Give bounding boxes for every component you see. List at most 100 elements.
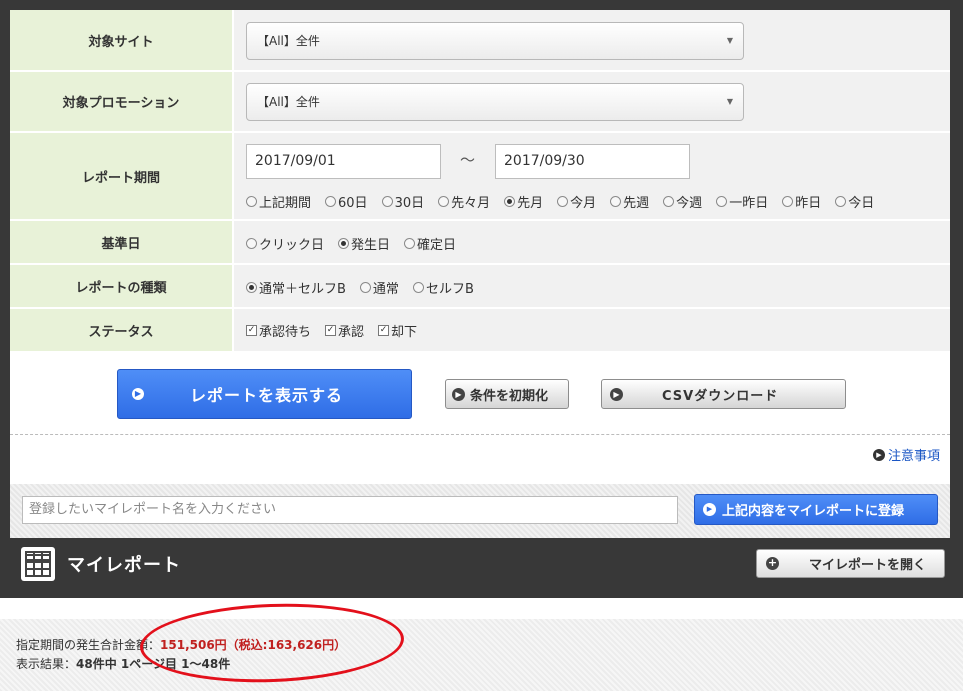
row-site: 対象サイト 【All】全件 ▼ (10, 10, 950, 72)
arrow-right-circle-icon: ▶ (872, 448, 885, 461)
promotion-select-value: 【All】全件 (257, 95, 320, 109)
period-option[interactable]: 60日 (325, 192, 368, 211)
arrow-right-circle-icon: ▶ (132, 388, 144, 400)
row-period: レポート期間 2017/09/01 ～ 2017/09/30 上記期間 60日 30… (10, 133, 950, 221)
period-option[interactable]: 先月 (504, 192, 543, 211)
row-base-date: 基準日 クリック日 発生日 確定日 (10, 221, 950, 265)
promotion-label: 対象プロモーション (10, 72, 232, 131)
row-status: ステータス ✓ 承認待ち ✓ 承認 ✓ 却下 (10, 309, 950, 351)
report-type-option[interactable]: セルフB (412, 278, 474, 297)
search-panel: 対象サイト 【All】全件 ▼ 対象プロモーション 【All】全件 ▼ レポート… (10, 10, 950, 538)
radio-button[interactable] (835, 196, 847, 207)
reset-label: 条件を初期化 (470, 388, 549, 404)
show-report-label: レポートを表示する (190, 386, 344, 405)
radio-button[interactable] (716, 196, 728, 207)
report-type-option-label: 通常＋セルフB (259, 282, 346, 297)
period-option-label: 一昨日 (729, 196, 769, 211)
period-option-label: 上記期間 (259, 196, 312, 211)
register-myreport-button[interactable]: ▶ 上記内容をマイレポートに登録 (694, 494, 938, 525)
period-to-input[interactable]: 2017/09/30 (495, 144, 690, 179)
status-checkbox-group: ✓ 承認待ち ✓ 承認 ✓ 却下 (246, 321, 431, 340)
base-date-option[interactable]: クリック日 (246, 234, 324, 253)
period-from-input[interactable]: 2017/09/01 (246, 144, 441, 179)
period-radio-group: 上記期間 60日 30日 先々月 先月 今月 先週 今週 一昨日 昨日 今日 (246, 192, 888, 211)
base-date-option-label: 発生日 (351, 238, 391, 253)
open-myreport-button[interactable]: + マイレポートを開く (756, 549, 945, 578)
period-option[interactable]: 今日 (835, 192, 874, 211)
site-label: 対象サイト (10, 10, 232, 70)
report-type-value-cell: 通常＋セルフB 通常 セルフB (234, 265, 950, 307)
radio-button[interactable] (246, 282, 257, 293)
report-type-radio-group: 通常＋セルフB 通常 セルフB (246, 278, 488, 297)
report-type-option[interactable]: 通常 (359, 278, 399, 297)
arrow-right-circle-icon: ▶ (610, 387, 623, 401)
period-option-label: 今月 (570, 196, 597, 211)
period-option[interactable]: 先週 (610, 192, 649, 211)
myreport-name-input[interactable]: 登録したいマイレポート名を入力ください (22, 496, 678, 524)
period-value-cell: 2017/09/01 ～ 2017/09/30 上記期間 60日 30日 先々月 先月 今… (234, 133, 950, 219)
period-option-label: 30日 (394, 196, 425, 211)
radio-button[interactable] (412, 282, 424, 293)
period-option-label: 先週 (623, 196, 650, 211)
period-option[interactable]: 一昨日 (716, 192, 768, 211)
register-myreport-label: 上記内容をマイレポートに登録 (722, 504, 905, 519)
radio-button[interactable] (359, 282, 371, 293)
radio-button[interactable] (438, 196, 450, 207)
base-date-option-label: クリック日 (259, 238, 325, 253)
status-option[interactable]: ✓ 承認 (325, 321, 364, 340)
period-label: レポート期間 (10, 133, 232, 219)
period-option[interactable]: 今週 (663, 192, 702, 211)
status-value-cell: ✓ 承認待ち ✓ 承認 ✓ 却下 (234, 309, 950, 351)
site-select-value: 【All】全件 (257, 34, 320, 48)
period-option[interactable]: 今月 (557, 192, 596, 211)
checkbox[interactable]: ✓ (325, 325, 337, 336)
report-type-option[interactable]: 通常＋セルフB (246, 278, 346, 297)
table-icon (21, 547, 55, 581)
notes-link[interactable]: ▶ 注意事項 (872, 445, 940, 464)
base-date-option[interactable]: 発生日 (338, 234, 390, 253)
period-option-label: 60日 (338, 196, 368, 211)
report-type-option-label: 通常 (372, 282, 399, 297)
checkbox[interactable]: ✓ (246, 325, 257, 336)
plus-circle-icon: + (766, 556, 779, 570)
radio-button[interactable] (325, 196, 337, 207)
period-option-label: 今週 (676, 196, 703, 211)
show-report-button[interactable]: ▶ レポートを表示する (117, 369, 412, 419)
period-option[interactable]: 上記期間 (246, 192, 311, 211)
chevron-down-icon: ▼ (726, 36, 733, 45)
period-option[interactable]: 昨日 (782, 192, 821, 211)
status-option[interactable]: ✓ 却下 (378, 321, 417, 340)
result-count-label: 表示結果： (16, 657, 77, 671)
period-separator: ～ (460, 151, 476, 169)
radio-button[interactable] (246, 238, 257, 249)
status-option-label: 承認 (338, 325, 365, 340)
report-type-option-label: セルフB (425, 282, 474, 297)
row-promotion: 対象プロモーション 【All】全件 ▼ (10, 72, 950, 133)
radio-button[interactable] (504, 196, 516, 207)
csv-download-button[interactable]: ▶ CSVダウンロード (601, 379, 846, 409)
period-option-label: 昨日 (795, 196, 822, 211)
checkbox[interactable]: ✓ (378, 325, 390, 336)
radio-button[interactable] (782, 196, 794, 207)
radio-button[interactable] (246, 196, 257, 207)
period-option[interactable]: 先々月 (438, 192, 490, 211)
divider (10, 434, 950, 435)
status-option-label: 承認待ち (259, 325, 312, 340)
myreport-title: マイレポート (67, 555, 181, 576)
radio-button[interactable] (381, 196, 393, 207)
base-date-option[interactable]: 確定日 (404, 234, 456, 253)
status-label: ステータス (10, 309, 232, 351)
radio-button[interactable] (663, 196, 675, 207)
radio-button[interactable] (610, 196, 622, 207)
period-option[interactable]: 30日 (381, 192, 425, 211)
promotion-select[interactable]: 【All】全件 ▼ (246, 83, 744, 121)
report-type-label: レポートの種類 (10, 265, 232, 307)
reset-button[interactable]: ▶ 条件を初期化 (445, 379, 569, 409)
radio-button[interactable] (557, 196, 569, 207)
status-option[interactable]: ✓ 承認待ち (246, 321, 311, 340)
site-select[interactable]: 【All】全件 ▼ (246, 22, 744, 60)
radio-button[interactable] (338, 238, 350, 249)
radio-button[interactable] (404, 238, 416, 249)
base-date-option-label: 確定日 (417, 238, 457, 253)
notes-label: 注意事項 (887, 449, 940, 464)
